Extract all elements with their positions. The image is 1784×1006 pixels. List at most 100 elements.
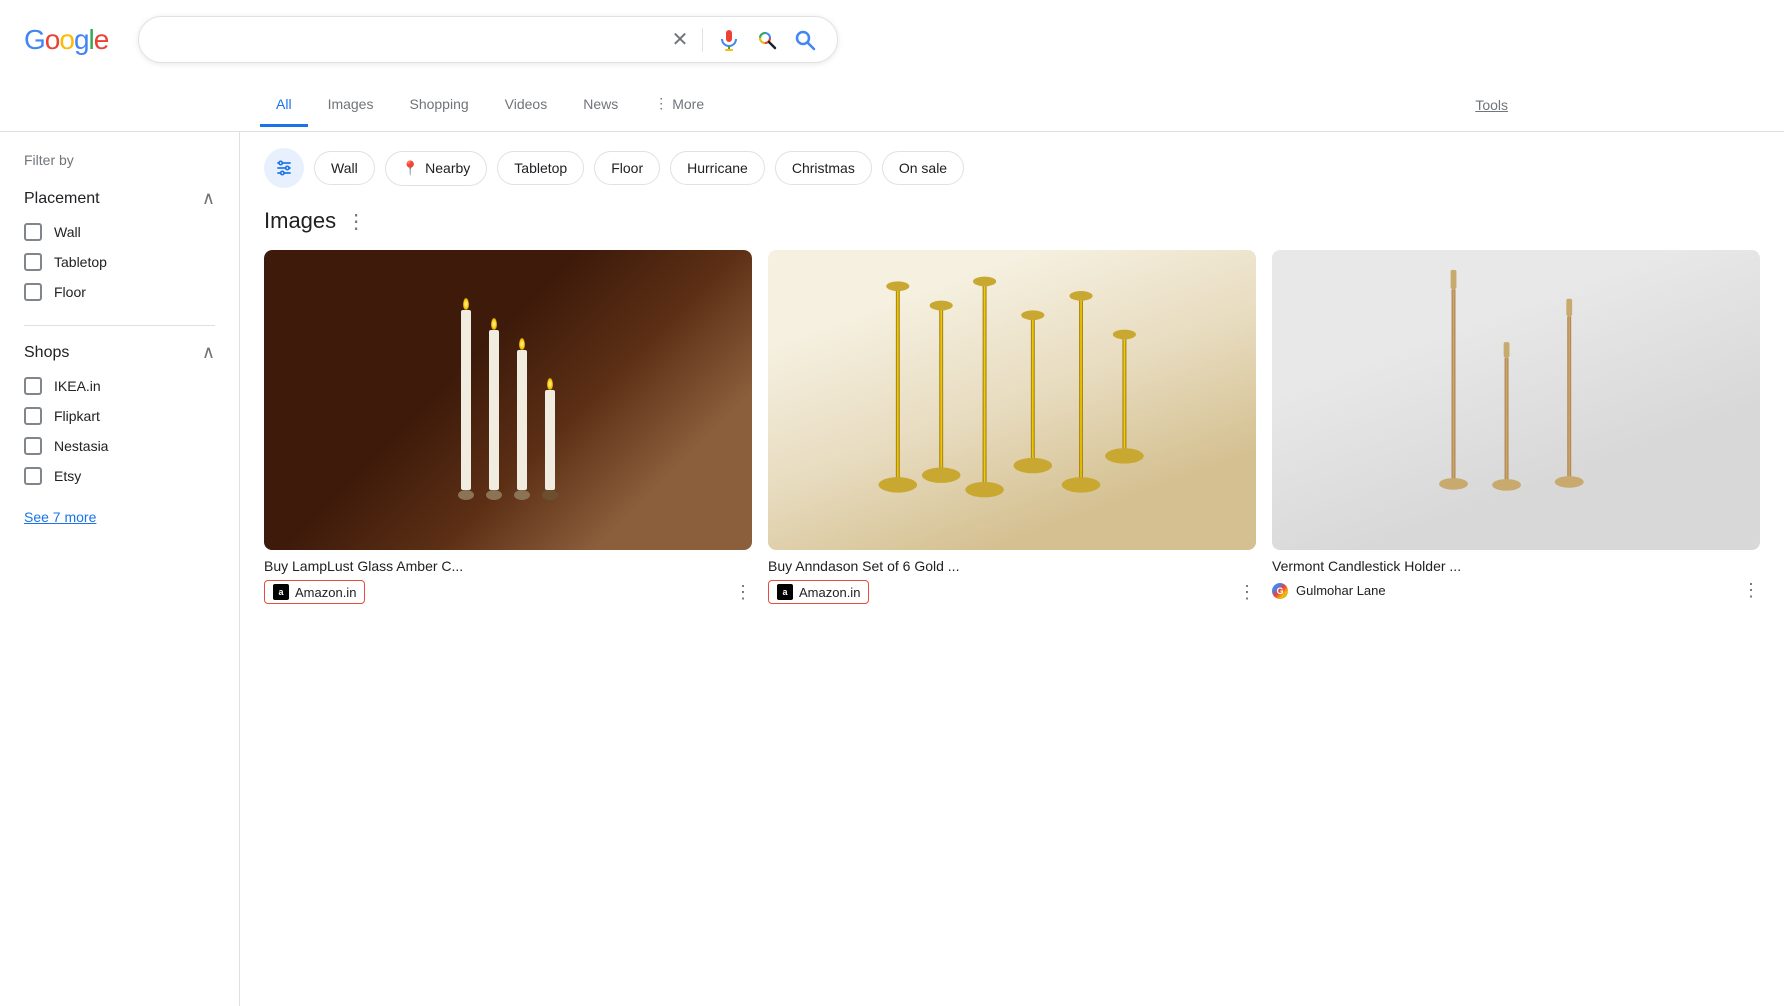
nestasia-checkbox[interactable] xyxy=(24,437,42,455)
main: Filter by Placement ∧ Wall Tabletop Floo… xyxy=(0,132,1784,1006)
nearby-pin-icon: 📍 xyxy=(402,160,419,177)
content: Wall 📍 Nearby Tabletop Floor Hurricane C… xyxy=(240,132,1784,1006)
tab-tools[interactable]: Tools xyxy=(1459,85,1524,125)
g-logo-2: G xyxy=(1272,583,1288,599)
images-section: Images ⋮ xyxy=(264,208,1760,612)
floor-checkbox[interactable] xyxy=(24,283,42,301)
images-title: Images xyxy=(264,208,336,234)
images-section-header: Images ⋮ xyxy=(264,208,1760,234)
placement-section-header[interactable]: Placement ∧ xyxy=(24,188,215,209)
placement-title: Placement xyxy=(24,190,100,208)
chip-hurricane[interactable]: Hurricane xyxy=(670,151,765,185)
image-source-row-2: G Gulmohar Lane ⋮ xyxy=(1272,580,1760,601)
filter-option-flipkart[interactable]: Flipkart xyxy=(24,407,215,425)
amazon-logo-text-0: a xyxy=(278,587,283,597)
tab-more[interactable]: ⋮ More xyxy=(638,83,720,127)
source-more-1[interactable]: ⋮ xyxy=(1238,582,1256,603)
divider xyxy=(702,28,703,52)
flipkart-label: Flipkart xyxy=(54,408,100,424)
image-card-info-0: Buy LampLust Glass Amber C... a Amazon.i… xyxy=(264,550,752,612)
sidebar-divider xyxy=(24,325,215,326)
wall-checkbox[interactable] xyxy=(24,223,42,241)
chip-floor[interactable]: Floor xyxy=(594,151,660,185)
gold-candlesticks-svg xyxy=(792,265,1231,535)
image-card-info-1: Buy Anndason Set of 6 Gold ... a Amazon.… xyxy=(768,550,1256,612)
image-card-0[interactable]: Buy LampLust Glass Amber C... a Amazon.i… xyxy=(264,250,752,612)
image-placeholder-1 xyxy=(768,250,1256,550)
flipkart-checkbox[interactable] xyxy=(24,407,42,425)
etsy-checkbox[interactable] xyxy=(24,467,42,485)
image-source-row-0: a Amazon.in ⋮ xyxy=(264,580,752,604)
amazon-logo-0: a xyxy=(273,584,289,600)
header: Google candlestick holder ✕ xyxy=(0,0,1784,79)
chip-nearby[interactable]: 📍 Nearby xyxy=(385,151,488,186)
filter-option-floor[interactable]: Floor xyxy=(24,283,215,301)
shops-section-header[interactable]: Shops ∧ xyxy=(24,342,215,363)
search-icon[interactable] xyxy=(793,28,817,52)
etsy-label: Etsy xyxy=(54,468,81,484)
more-dots-icon: ⋮ xyxy=(654,95,668,112)
ikea-checkbox[interactable] xyxy=(24,377,42,395)
tab-news[interactable]: News xyxy=(567,84,634,127)
tab-shopping[interactable]: Shopping xyxy=(393,84,484,127)
images-more-icon[interactable]: ⋮ xyxy=(346,209,366,234)
g-badge-2: G Gulmohar Lane xyxy=(1272,583,1386,599)
shops-toggle-icon: ∧ xyxy=(202,342,215,363)
image-placeholder-0 xyxy=(264,250,752,550)
ikea-label: IKEA.in xyxy=(54,378,101,394)
filter-option-tabletop[interactable]: Tabletop xyxy=(24,253,215,271)
image-placeholder-2 xyxy=(1272,250,1760,550)
amazon-badge-1: a Amazon.in xyxy=(768,580,869,604)
chip-tabletop[interactable]: Tabletop xyxy=(497,151,584,185)
tune-chip[interactable] xyxy=(264,148,304,188)
filter-option-ikea[interactable]: IKEA.in xyxy=(24,377,215,395)
chip-on-sale[interactable]: On sale xyxy=(882,151,964,185)
filter-option-etsy[interactable]: Etsy xyxy=(24,467,215,485)
source-name-2: Gulmohar Lane xyxy=(1296,583,1386,598)
lens-icon[interactable] xyxy=(755,28,779,52)
chip-wall[interactable]: Wall xyxy=(314,151,375,185)
image-source-row-1: a Amazon.in ⋮ xyxy=(768,580,1256,604)
image-title-2: Vermont Candlestick Holder ... xyxy=(1272,558,1760,574)
image-title-0: Buy LampLust Glass Amber C... xyxy=(264,558,752,574)
chip-christmas[interactable]: Christmas xyxy=(775,151,872,185)
sidebar: Filter by Placement ∧ Wall Tabletop Floo… xyxy=(0,132,240,1006)
image-title-1: Buy Anndason Set of 6 Gold ... xyxy=(768,558,1256,574)
tab-images[interactable]: Images xyxy=(312,84,390,127)
wall-label: Wall xyxy=(54,224,81,240)
filter-option-wall[interactable]: Wall xyxy=(24,223,215,241)
tune-icon xyxy=(274,158,294,178)
image-card-info-2: Vermont Candlestick Holder ... G Gulmoha… xyxy=(1272,550,1760,609)
search-bar: candlestick holder ✕ xyxy=(138,16,838,63)
filter-by-label: Filter by xyxy=(24,152,215,168)
filter-chips: Wall 📍 Nearby Tabletop Floor Hurricane C… xyxy=(264,148,1760,188)
placement-toggle-icon: ∧ xyxy=(202,188,215,209)
filter-option-nestasia[interactable]: Nestasia xyxy=(24,437,215,455)
mic-icon[interactable] xyxy=(717,28,741,52)
shops-title: Shops xyxy=(24,344,69,362)
clear-icon[interactable]: ✕ xyxy=(672,27,689,52)
shops-section: Shops ∧ IKEA.in Flipkart Nestasia Etsy xyxy=(24,342,215,485)
nav-tabs: All Images Shopping Videos News ⋮ More T… xyxy=(0,79,1784,132)
floor-label: Floor xyxy=(54,284,86,300)
see-more-link[interactable]: See 7 more xyxy=(24,509,215,525)
source-more-0[interactable]: ⋮ xyxy=(734,582,752,603)
amazon-logo-text-1: a xyxy=(782,587,787,597)
tabletop-checkbox[interactable] xyxy=(24,253,42,271)
source-more-2[interactable]: ⋮ xyxy=(1742,580,1760,601)
amazon-badge-0: a Amazon.in xyxy=(264,580,365,604)
source-name-0: Amazon.in xyxy=(295,585,356,600)
google-logo: Google xyxy=(24,24,108,56)
search-bar-actions: ✕ xyxy=(672,27,818,52)
slim-candlesticks-svg xyxy=(1321,265,1711,535)
image-card-1[interactable]: Buy Anndason Set of 6 Gold ... a Amazon.… xyxy=(768,250,1256,612)
image-grid: Buy LampLust Glass Amber C... a Amazon.i… xyxy=(264,250,1760,612)
search-input[interactable]: candlestick holder xyxy=(159,31,659,49)
amazon-logo-1: a xyxy=(777,584,793,600)
source-name-1: Amazon.in xyxy=(799,585,860,600)
tab-all[interactable]: All xyxy=(260,84,308,127)
tabletop-label: Tabletop xyxy=(54,254,107,270)
image-card-2[interactable]: Vermont Candlestick Holder ... G Gulmoha… xyxy=(1272,250,1760,612)
tab-videos[interactable]: Videos xyxy=(489,84,564,127)
placement-section: Placement ∧ Wall Tabletop Floor xyxy=(24,188,215,301)
